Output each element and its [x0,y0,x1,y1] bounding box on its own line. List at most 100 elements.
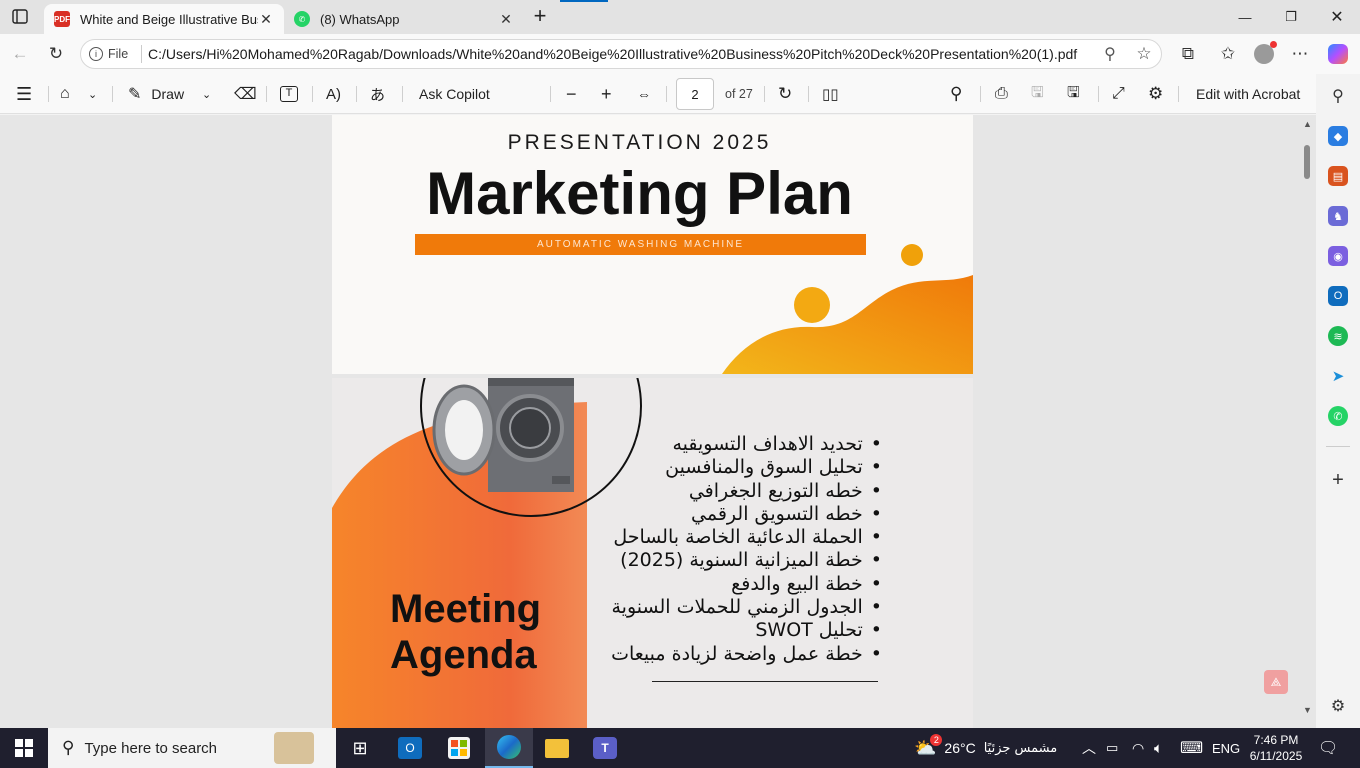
restore-button[interactable]: ❐ [1268,0,1314,34]
profile-avatar[interactable] [1252,41,1277,66]
contents-icon[interactable]: ☰ [16,82,32,106]
weather-badge: 2 [930,733,943,746]
fit-width-icon[interactable]: ⇔ [637,82,651,106]
favorite-star-icon[interactable]: ☆ [1127,44,1161,64]
search-icon: ⚲ [62,738,75,757]
url-text[interactable]: C:/Users/Hi%20Mohamed%20Ragab/Downloads/… [148,46,1093,62]
weather-desc: مشمس جزئيًا [983,740,1058,756]
clock[interactable]: 7:46 PM 6/11/2025 [1246,728,1306,768]
scroll-down-arrow[interactable]: ▼ [1303,705,1312,715]
back-icon[interactable]: ← [8,42,32,66]
address-bar[interactable]: i File C:/Users/Hi%20Mohamed%20Ragab/Dow… [80,39,1162,69]
start-button[interactable] [0,728,48,768]
clock-time: 7:46 PM [1253,733,1299,747]
navigation-bar: ← ↻ i File C:/Users/Hi%20Mohamed%20Ragab… [0,34,1360,74]
minimize-button[interactable]: — [1222,0,1268,34]
page-number-input[interactable]: 2 [676,78,714,110]
teams-app-icon[interactable]: T [581,728,629,768]
language-indicator[interactable]: ENG [1212,728,1240,768]
search-icon[interactable]: ⚲ [1328,86,1348,106]
fullscreen-icon[interactable]: ⤢ [1112,82,1125,106]
scroll-thumb[interactable] [1304,145,1310,179]
windows-logo-icon [15,739,33,757]
telegram-icon[interactable]: ➤ [1328,366,1348,386]
settings-icon[interactable]: ⚙ [1148,82,1163,106]
store-app-icon[interactable] [435,728,483,768]
sidebar-settings-icon[interactable]: ⚙ [1328,696,1348,716]
outlook-icon[interactable]: O [1328,286,1348,306]
shopping-icon[interactable]: ◆ [1328,126,1348,146]
games-icon[interactable]: ♞ [1328,206,1348,226]
edge-app-icon[interactable] [485,728,533,768]
pdf-viewer[interactable]: PRESENTATION 2025 Marketing Plan AUTOMAT… [0,115,1316,728]
divider [808,86,809,102]
more-options-icon[interactable]: ⋯ [1288,42,1312,66]
zoom-icon[interactable]: ⚲ [1093,44,1127,64]
highlight-icon[interactable]: ⌂ [60,82,70,106]
wifi-icon[interactable]: ◠ [1132,728,1144,768]
divider [1178,86,1179,102]
extensions-icon[interactable]: ⧉ [1176,42,1200,66]
close-tab-icon[interactable]: ✕ [258,11,274,28]
microsoft365-icon[interactable]: ◉ [1328,246,1348,266]
chevron-down-icon[interactable]: ⌄ [88,82,97,106]
zoom-out-icon[interactable]: − [566,82,577,106]
outlook-app-icon[interactable]: O [386,728,434,768]
save-icon[interactable]: 🖫 [1031,82,1044,106]
search-icon[interactable]: ⚲ [950,82,962,106]
network-icon[interactable]: ▭ [1106,728,1118,768]
rotate-icon[interactable]: ↻ [778,82,792,106]
agenda-item: تحليل السوق والمنافسين [582,456,882,479]
scroll-up-arrow[interactable]: ▲ [1303,119,1312,129]
tab-title: White and Beige Illustrative Busin [80,11,258,27]
pdf-page-cover: PRESENTATION 2025 Marketing Plan AUTOMAT… [332,115,973,374]
agenda-underline [652,681,878,682]
refresh-icon[interactable]: ↻ [44,42,68,66]
text-box-icon[interactable]: T [280,82,298,106]
tab-pdf[interactable]: PDF White and Beige Illustrative Busin ✕ [44,4,284,34]
vertical-scrollbar[interactable]: ▲ ▼ [1300,115,1316,728]
acrobat-icon[interactable]: ⟁ [1264,670,1288,694]
washing-machine-image [432,378,574,492]
file-explorer-icon[interactable] [533,728,581,768]
agenda-item: خطة البيع والدفع [582,573,882,596]
read-aloud-icon[interactable]: A) [326,82,341,106]
ask-copilot-button[interactable]: Ask Copilot [419,82,490,106]
tools-icon[interactable]: ▤ [1328,166,1348,186]
save-as-icon[interactable]: 🖫 [1067,82,1080,106]
close-tab-icon[interactable]: ✕ [498,11,514,28]
draw-button[interactable]: ✎ Draw [128,82,184,106]
print-icon[interactable]: ⎙ [995,82,1008,106]
taskbar-search[interactable]: ⚲ Type here to search [48,728,336,768]
notifications-icon[interactable]: 🗨︎ [1318,728,1338,768]
chevron-down-icon[interactable]: ⌄ [202,82,211,106]
zoom-in-icon[interactable]: + [601,82,612,106]
divider [1326,446,1350,447]
show-hidden-icons[interactable]: ︿ [1082,728,1096,768]
spotify-icon[interactable]: ≋ [1328,326,1348,346]
site-info[interactable]: i File [89,47,139,61]
new-tab-button[interactable]: + [528,5,552,29]
divider [48,86,49,102]
edit-with-acrobat-button[interactable]: Edit with Acrobat [1196,82,1300,106]
tab-whatsapp[interactable]: ✆ (8) WhatsApp ✕ [284,4,524,34]
close-window-button[interactable]: ✕ [1314,0,1360,34]
keyboard-icon[interactable]: ⌨ [1180,728,1203,768]
favorites-icon[interactable]: ✩ [1216,42,1240,66]
windows-taskbar: ⚲ Type here to search ⊞ O T ⛅ 2 26°C مشمس… [0,728,1360,768]
copilot-icon[interactable] [1326,42,1350,66]
tab-actions-icon[interactable] [10,8,30,26]
eraser-icon[interactable]: ⌫ [234,82,257,106]
translate-icon[interactable]: あ [370,82,385,106]
add-icon[interactable]: + [1328,469,1348,491]
page-view-icon[interactable]: ▯▯ [822,82,839,106]
task-view-icon[interactable]: ⊞ [336,728,384,768]
divider [402,86,403,102]
volume-icon[interactable]: 🔈︎ [1154,728,1163,768]
clock-date: 6/11/2025 [1249,749,1303,763]
weather-widget[interactable]: ⛅ 2 26°C مشمس جزئيًا [914,728,1057,768]
agenda-item: تحديد الاهداف التسويقيه [582,433,882,456]
decor-dot-large [794,287,830,323]
agenda-list: تحديد الاهداف التسويقيه تحليل السوق والم… [582,433,882,666]
whatsapp-icon[interactable]: ✆ [1328,406,1348,426]
